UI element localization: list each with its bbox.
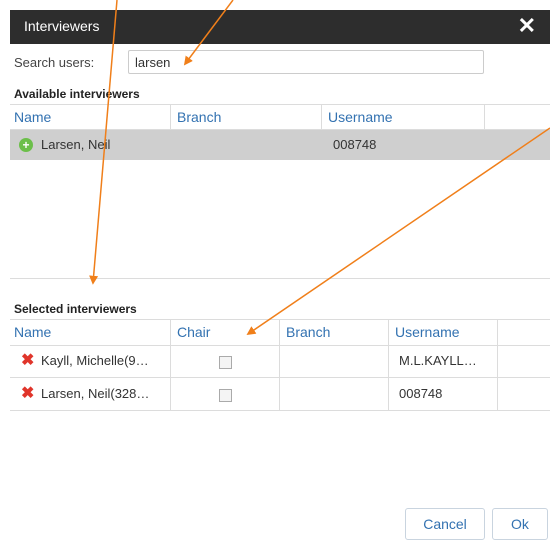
annotation-arrows bbox=[89, 0, 550, 336]
arrow-to-selected-list bbox=[89, 0, 118, 285]
arrow-to-search-input bbox=[183, 0, 234, 66]
arrow-to-chair-checkbox bbox=[246, 127, 550, 336]
